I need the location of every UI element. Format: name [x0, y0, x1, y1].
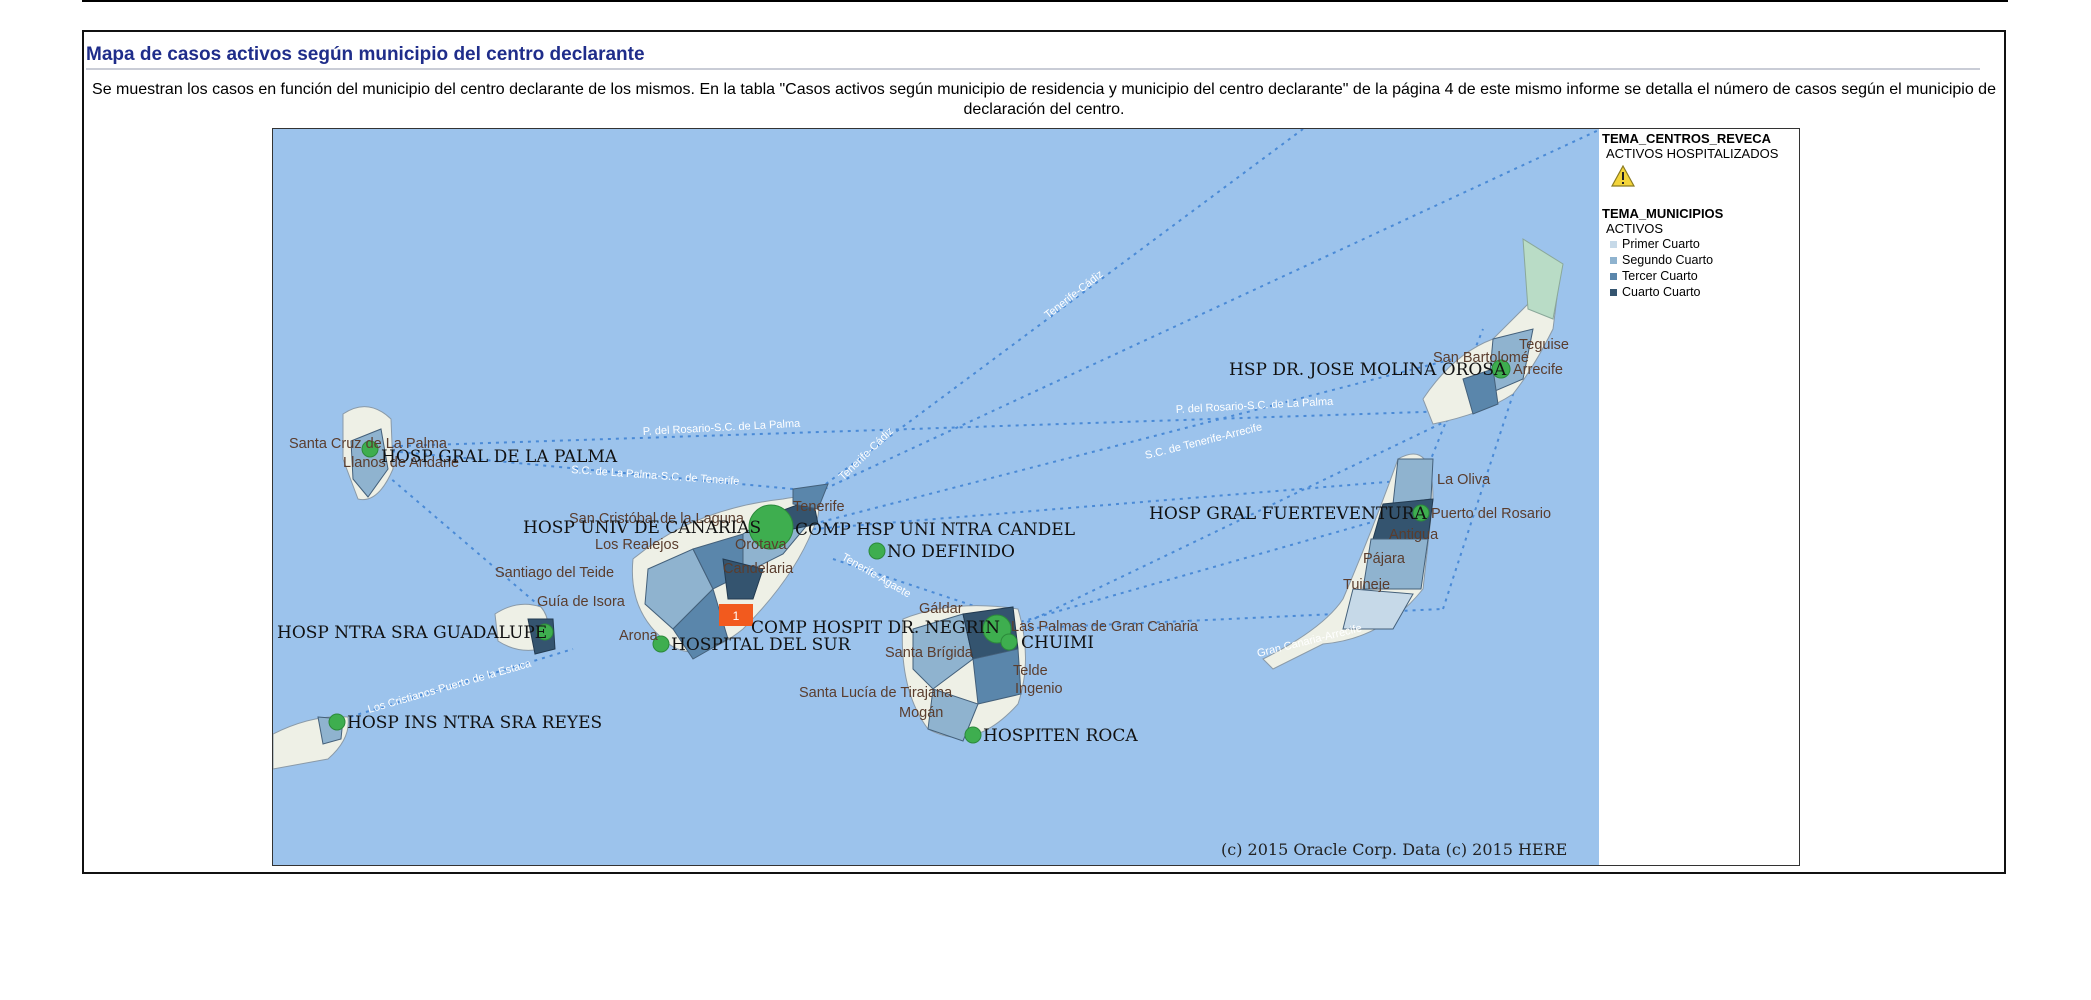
route-line: [367, 458, 544, 610]
hospital-label: HOSP NTRA SRA GUADALUPE: [277, 623, 547, 643]
town-label: Tuineje: [1343, 577, 1390, 593]
hospital-label: HOSP INS NTRA SRA REYES: [347, 713, 602, 733]
map-legend: TEMA_CENTROS_REVECA ACTIVOS HOSPITALIZAD…: [1599, 128, 1800, 866]
route-label: Tenerife-Cádiz: [837, 425, 896, 483]
hospital-label: HOSP GRAL FUERTEVENTURA: [1149, 504, 1427, 524]
map-panel: Mapa de casos activos según municipio de…: [82, 30, 2006, 874]
town-label: Santa Lucía de Tirajana: [799, 685, 953, 701]
hospital-dot[interactable]: [868, 542, 886, 560]
legend-group-municipios-title: TEMA_MUNICIPIOS: [1602, 206, 1724, 221]
town-label: Gáldar: [919, 601, 963, 617]
legend-item: Segundo Cuarto: [1610, 252, 1799, 268]
legend-item-label: Tercer Cuarto: [1622, 269, 1698, 283]
panel-description: Se muestran los casos en función del mun…: [92, 81, 1996, 118]
hospital-dot[interactable]: [328, 713, 346, 731]
route-label: Los Cristianos-Puerto de la Estaca: [367, 657, 534, 715]
title-divider: [86, 68, 1980, 70]
hospital-label: CHUIMI: [1021, 633, 1094, 653]
town-label: Orotava: [735, 537, 788, 553]
route-line: [812, 358, 1454, 525]
hospital-label: HOSPITEN ROCA: [983, 726, 1138, 746]
marker-count-label: 1: [733, 609, 740, 623]
panel-title: Mapa de casos activos según municipio de…: [86, 44, 645, 65]
hospital-label: HOSP UNIV DE CANARIAS: [523, 518, 761, 538]
hospital-label: NO DEFINIDO: [887, 542, 1015, 562]
route-label: P. del Rosario-S.C. de La Palma: [1176, 396, 1335, 416]
town-label: La Oliva: [1437, 472, 1491, 488]
island-lanzarote[interactable]: [1422, 238, 1564, 425]
legend-item: Tercer Cuarto: [1610, 268, 1799, 284]
hospital-label: COMP HSP UNI NTRA CANDEL: [795, 520, 1075, 540]
warning-icon: [1610, 164, 1799, 190]
legend-swatch: [1610, 288, 1617, 296]
hospital-dot[interactable]: [964, 726, 982, 744]
town-label: Los Realejos: [595, 537, 679, 553]
legend-group-centros-sub: ACTIVOS HOSPITALIZADOS: [1606, 146, 1779, 161]
hospital-dot[interactable]: [1000, 633, 1018, 651]
map-copyright: (c) 2015 Oracle Corp. Data (c) 2015 HERE: [1221, 840, 1567, 859]
legend-item-label: Segundo Cuarto: [1622, 253, 1714, 267]
legend-group-centros-title: TEMA_CENTROS_REVECA: [1602, 131, 1772, 146]
legend-item-label: Cuarto Cuarto: [1622, 285, 1701, 299]
legend-swatch: [1610, 240, 1617, 248]
town-label: Santa Brígida: [885, 645, 974, 661]
legend-swatch: [1610, 256, 1617, 264]
town-label: Telde: [1013, 663, 1048, 679]
route-line: [367, 410, 1454, 448]
legend-item: Cuarto Cuarto: [1610, 284, 1799, 300]
legend-swatch: [1610, 272, 1617, 280]
town-label: Santiago del Teide: [495, 565, 614, 581]
canary-islands-map[interactable]: 1 Tenerife-Cádiz Tenerife-Cádiz P. del R…: [272, 128, 1602, 866]
legend-item-label: Primer Cuarto: [1622, 237, 1700, 251]
top-rule: [82, 0, 2008, 2]
hospital-label: COMP HOSPIT DR. NEGRIN: [751, 618, 1000, 638]
hospital-label: HOSP GRAL DE LA PALMA: [381, 447, 618, 467]
town-label: Ingenio: [1015, 681, 1063, 697]
town-label: Puerto del Rosario: [1431, 506, 1551, 522]
town-label: Candelaria: [723, 561, 794, 577]
hospital-label: HSP DR. JOSE MOLINA OROSA: [1229, 360, 1507, 380]
town-label: Tenerife: [793, 499, 845, 515]
town-label: Arona: [619, 628, 659, 644]
legend-item: Primer Cuarto: [1610, 236, 1799, 252]
legend-group-municipios-sub: ACTIVOS: [1606, 221, 1664, 236]
route-label: Gran Canaria-Arrecife: [1256, 622, 1363, 660]
route-label: Tenerife-Cádiz: [1042, 268, 1105, 321]
hospital-label: HOSPITAL DEL SUR: [671, 635, 852, 655]
town-label: Guía de Isora: [537, 594, 626, 610]
route-label: S.C. de La Palma-S.C. de Tenerife: [571, 464, 740, 488]
route-label: S.C. de Tenerife-Arrecife: [1144, 421, 1264, 462]
map-canvas[interactable]: 1 Tenerife-Cádiz Tenerife-Cádiz P. del R…: [273, 129, 1601, 865]
town-label: Arrecife: [1513, 362, 1563, 378]
town-label: Pájara: [1363, 551, 1406, 567]
town-label: Antigua: [1389, 527, 1439, 543]
town-label: Mogán: [899, 705, 943, 721]
